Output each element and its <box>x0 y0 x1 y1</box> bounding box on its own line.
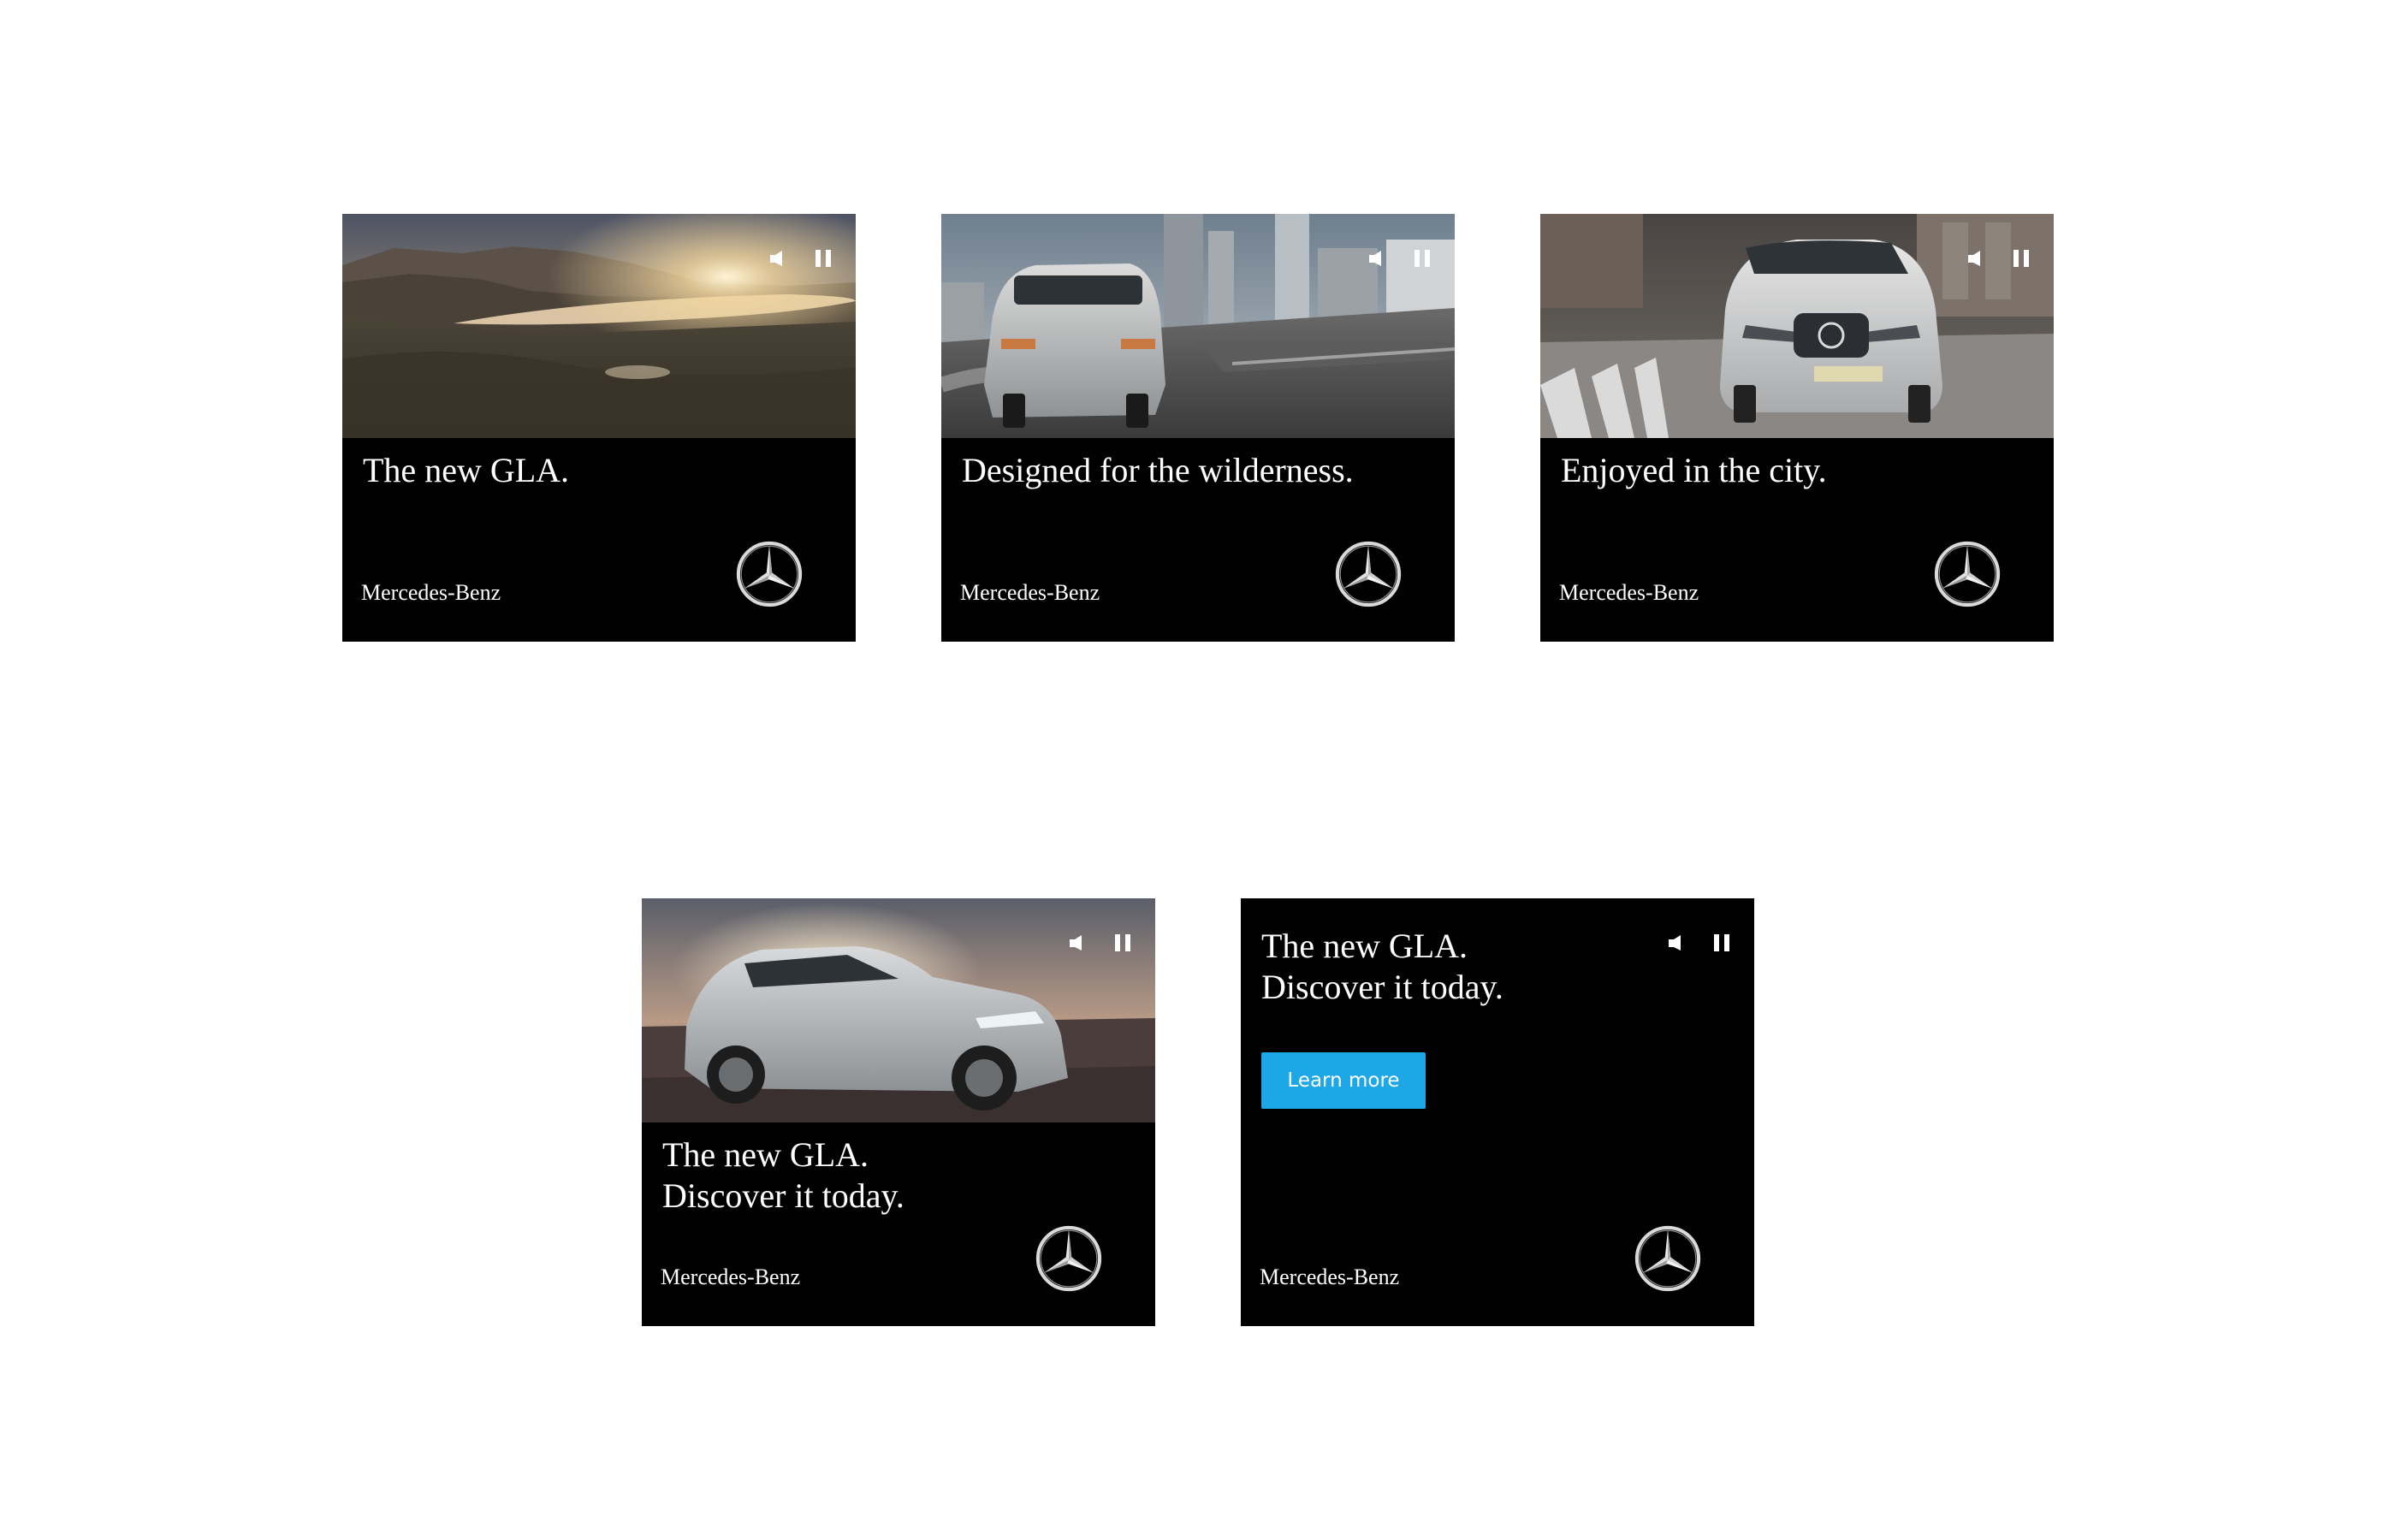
ad-banner-4[interactable]: The new GLA. Discover it today. Mercedes… <box>642 898 1155 1326</box>
video-controls <box>1966 248 2031 269</box>
headline-line: Designed for the wilderness. <box>962 451 1354 489</box>
headline-line: Discover it today. <box>662 1176 904 1215</box>
ad-headline: The new GLA. <box>363 450 569 491</box>
ad-headline: Enjoyed in the city. <box>1561 450 1827 491</box>
headline-line: The new GLA. <box>363 451 570 489</box>
ad-banner-5[interactable]: The new GLA. Discover it today. Learn mo… <box>1241 898 1754 1326</box>
headline-line: The new GLA. <box>1261 927 1468 965</box>
speaker-icon[interactable] <box>1068 933 1088 953</box>
video-controls <box>1667 933 1732 953</box>
speaker-icon[interactable] <box>768 248 789 269</box>
brand-wordmark: Mercedes-Benz <box>1559 580 1699 605</box>
video-controls <box>1367 248 1432 269</box>
video-controls <box>1068 933 1133 953</box>
ad-banner-1[interactable]: The new GLA. Mercedes-Benz <box>342 214 856 642</box>
mercedes-star-logo <box>1333 539 1403 609</box>
ad-banner-2[interactable]: Designed for the wilderness. Mercedes-Be… <box>941 214 1455 642</box>
ad-banner-3[interactable]: Enjoyed in the city. Mercedes-Benz <box>1540 214 2054 642</box>
headline-line: Enjoyed in the city. <box>1561 451 1827 489</box>
learn-more-button[interactable]: Learn more <box>1261 1052 1426 1109</box>
brand-wordmark: Mercedes-Benz <box>661 1265 801 1289</box>
brand-wordmark: Mercedes-Benz <box>361 580 501 605</box>
pause-icon[interactable] <box>1412 248 1432 269</box>
pause-icon[interactable] <box>1711 933 1732 953</box>
headline-line: The new GLA. <box>662 1135 869 1174</box>
brand-wordmark: Mercedes-Benz <box>1260 1265 1400 1289</box>
mercedes-star-logo <box>1932 539 2002 609</box>
headline-line: Discover it today. <box>1261 968 1503 1006</box>
pause-icon[interactable] <box>1112 933 1133 953</box>
speaker-icon[interactable] <box>1966 248 1987 269</box>
ad-headline: Designed for the wilderness. <box>962 450 1354 491</box>
brand-wordmark: Mercedes-Benz <box>960 580 1100 605</box>
ad-headline: The new GLA. Discover it today. <box>662 1134 904 1217</box>
pause-icon[interactable] <box>813 248 833 269</box>
video-controls <box>768 248 833 269</box>
mercedes-star-logo <box>1034 1223 1104 1294</box>
mercedes-star-logo <box>1633 1223 1703 1294</box>
speaker-icon[interactable] <box>1367 248 1388 269</box>
ad-headline: The new GLA. Discover it today. <box>1261 926 1503 1008</box>
speaker-icon[interactable] <box>1667 933 1687 953</box>
pause-icon[interactable] <box>2011 248 2031 269</box>
mercedes-star-logo <box>734 539 804 609</box>
